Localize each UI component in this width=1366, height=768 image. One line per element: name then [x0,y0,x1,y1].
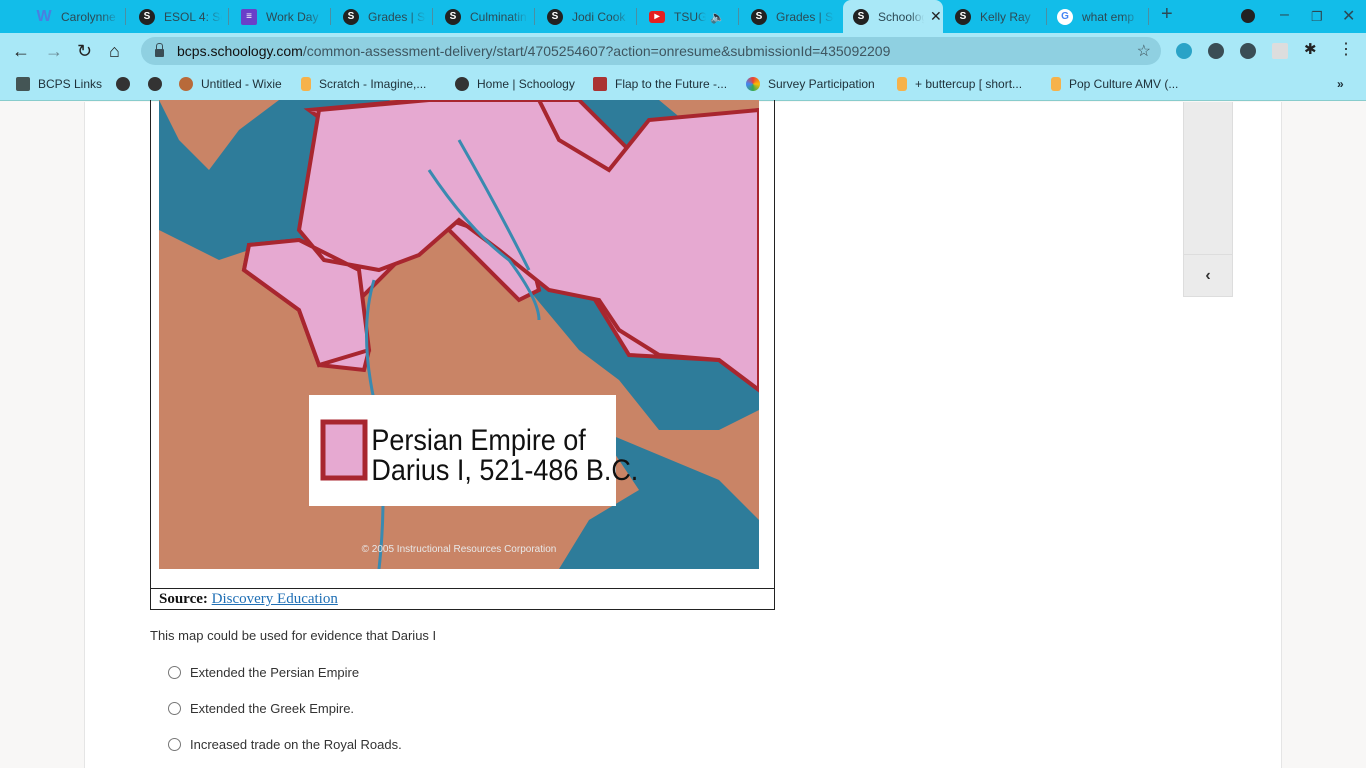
schoology-icon: S [343,8,359,25]
scratch-icon [897,77,907,91]
reload-button[interactable]: ↻ [77,41,92,62]
schoology-icon: S [955,8,971,25]
schoology-icon: S [853,8,869,25]
side-panel: ‹ [1183,102,1233,297]
tab-tsugi[interactable]: ▸TSUGI🔈 [649,0,739,33]
radio-button[interactable] [168,738,181,751]
bookmark-buttercup[interactable]: + buttercup [ short... [897,77,1022,91]
youtube-icon: ▸ [649,10,665,23]
survey-icon [746,77,760,91]
scratch-icon [1051,77,1061,91]
persian-empire-map: Persian Empire of Darius I, 521-486 B.C.… [159,100,759,569]
schoology-icon: S [139,8,155,25]
bookmark-globe[interactable] [148,77,170,91]
wixie-icon: W [36,7,52,25]
tab-schoology-active[interactable]: SSchoology✕ [843,0,943,33]
radio-button[interactable] [168,666,181,679]
legend-line-2: Darius I, 521-486 B.C. [371,454,638,488]
minimize-button[interactable]: – [1280,6,1289,24]
wixie-icon [179,77,193,91]
collapse-panel-button[interactable]: ‹ [1184,254,1232,296]
tab-grades[interactable]: S Grades | Sc [343,0,433,33]
tab-strip: W Carolynne S ESOL 4: Se ≡ Work Day S Grades… [0,0,1366,33]
tab-jodi-cook[interactable]: S Jodi Cook [547,0,637,33]
star-icon[interactable]: ☆ [1137,41,1151,61]
shield-extension-icon[interactable] [1208,43,1224,59]
assessment-page: Persian Empire of Darius I, 521-486 B.C.… [84,100,1282,768]
source-link[interactable]: Discovery Education [212,591,338,607]
extension-icon[interactable] [1176,43,1192,59]
audio-icon[interactable]: 🔈 [710,10,725,24]
tab-carolynne[interactable]: W Carolynne [10,0,126,33]
puzzle-icon[interactable]: ✱ [1304,40,1320,58]
tab-work-day[interactable]: ≡ Work Day [241,0,331,33]
answer-option[interactable]: Extended the Greek Empire. [168,701,354,716]
back-button[interactable]: ← [12,41,30,62]
scratch-icon [301,77,311,91]
tab-grades-2[interactable]: S Grades | Sc [751,0,841,33]
tab-search-icon[interactable] [1241,9,1255,23]
schoology-icon: S [751,8,767,25]
figure-source: Source: Discovery Education [151,588,774,608]
google-icon: G [1057,8,1073,25]
schoology-icon: S [445,8,461,25]
bookmark-flap[interactable]: Flap to the Future -... [593,77,727,91]
schoology-icon [455,77,469,91]
legend-swatch [320,419,368,481]
bookmark-globe[interactable] [116,77,138,91]
tab-culminating[interactable]: S Culminatin [445,0,535,33]
extension-icon[interactable] [1272,43,1288,59]
tab-esol[interactable]: S ESOL 4: Se [139,0,229,33]
radio-button[interactable] [168,702,181,715]
lock-icon [155,43,164,57]
bookmark-pop-culture[interactable]: Pop Culture AMV (... [1051,77,1178,91]
globe-icon [116,77,130,91]
tab-google-search[interactable]: Gwhat emp [1057,0,1149,33]
close-window-button[interactable]: ✕ [1342,6,1355,26]
forms-icon: ≡ [241,8,257,25]
question-prompt: This map could be used for evidence that… [150,628,437,643]
forward-button[interactable]: → [45,41,63,62]
new-tab-button[interactable]: + [1161,3,1173,26]
home-button[interactable]: ⌂ [109,41,120,62]
globe-icon [148,77,162,91]
answer-option[interactable]: Extended the Persian Empire [168,665,359,680]
bookmarks-bar: BCPS Links Untitled - Wixie Scratch - Im… [0,69,1366,101]
game-icon [593,77,607,91]
answer-option[interactable]: Increased trade on the Royal Roads. [168,737,402,752]
chevron-left-icon: ‹ [1205,266,1211,284]
bookmark-schoology[interactable]: Home | Schoology [455,77,575,91]
close-tab-icon[interactable]: ✕ [930,8,942,25]
schoology-icon: S [547,8,563,25]
shield-extension-icon[interactable] [1240,43,1256,59]
folder-icon [16,77,30,91]
map-figure: Persian Empire of Darius I, 521-486 B.C.… [150,100,775,610]
tab-kelly-ray[interactable]: S Kelly Ray [955,0,1047,33]
bookmark-scratch[interactable]: Scratch - Imagine,... [301,77,426,91]
more-bookmarks-button[interactable]: » [1337,77,1344,91]
legend-line-1: Persian Empire of [371,424,585,458]
address-bar[interactable]: bcps.schoology.com/common-assessment-del… [141,37,1161,65]
menu-icon[interactable]: ⋮ [1338,39,1354,58]
bookmark-folder[interactable]: BCPS Links [16,77,102,91]
browser-toolbar: ← → ↻ ⌂ bcps.schoology.com/common-assess… [0,33,1366,69]
restore-button[interactable]: ❐ [1311,9,1323,25]
map-copyright: © 2005 Instructional Resources Corporati… [362,544,557,555]
bookmark-wixie[interactable]: Untitled - Wixie [179,77,282,91]
bookmark-survey[interactable]: Survey Participation [746,77,875,91]
